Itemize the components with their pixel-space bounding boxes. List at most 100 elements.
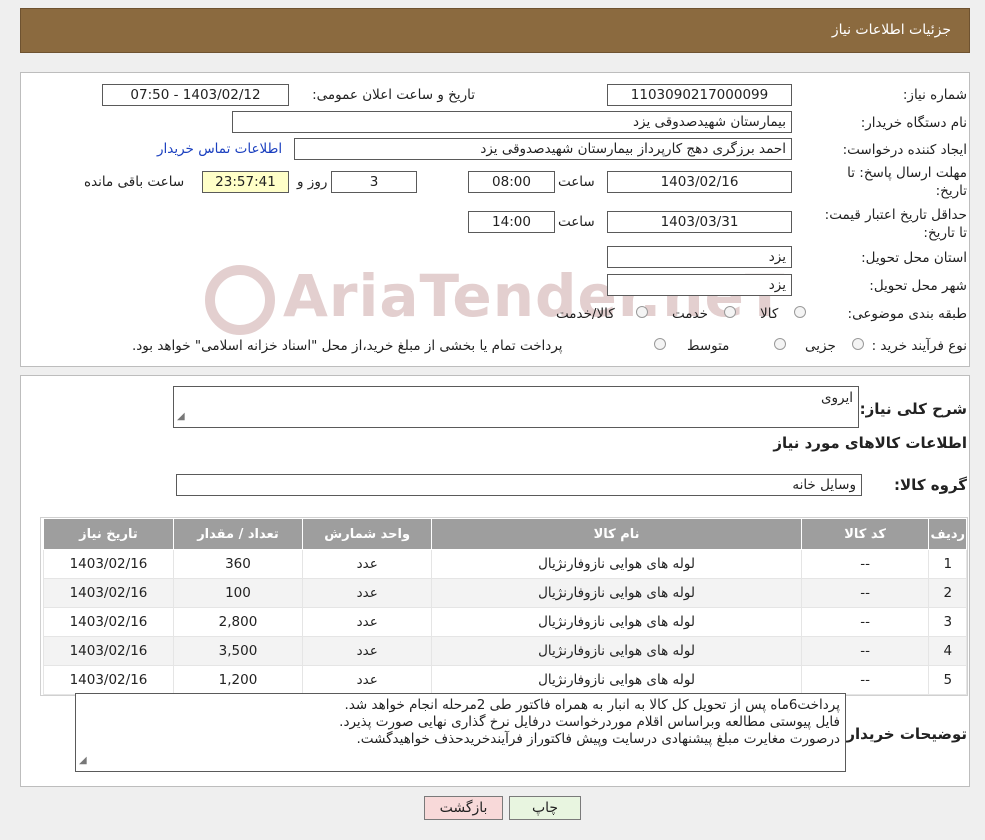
buyer-notes-line-1: پرداخت6ماه پس از تحویل کل کالا به انبار … <box>344 697 840 713</box>
cell-goods-name: لوله های هوایی نازوفارنژیال <box>431 549 802 579</box>
category-option-goods-service: کالا/خدمت <box>556 306 615 322</box>
validity-time-field: 14:00 <box>468 211 555 233</box>
buyer-notes-textarea: پرداخت6ماه پس از تحویل کل کالا به انبار … <box>75 693 846 772</box>
summary-label: شرح کلی نیاز: <box>859 400 967 418</box>
cell-quantity: 3,500 <box>172 636 304 666</box>
goods-table-container: ردیف کد کالا نام کالا واحد شمارش تعداد /… <box>40 517 968 696</box>
cell-row-number: 1 <box>928 549 967 579</box>
cell-quantity: 1,200 <box>172 665 304 695</box>
cell-unit: عدد <box>301 607 433 637</box>
summary-textarea: ایروی ◢ <box>173 386 859 428</box>
process-radio-minor[interactable] <box>852 338 864 350</box>
announce-datetime-field: 1403/02/12 - 07:50 <box>102 84 289 106</box>
col-header-goods-name: نام کالا <box>431 518 802 550</box>
deadline-time-field: 08:00 <box>468 171 555 193</box>
buyer-org-field: بیمارستان شهیدصدوقی یزد <box>232 111 792 133</box>
category-radio-service[interactable] <box>724 306 736 318</box>
col-header-goods-code: کد کالا <box>800 518 930 550</box>
validity-date-field: 1403/03/31 <box>607 211 792 233</box>
days-label: روز و <box>297 174 328 190</box>
remaining-time-field: 23:57:41 <box>202 171 289 193</box>
cell-goods-code: -- <box>800 578 930 608</box>
cell-goods-name: لوله های هوایی نازوفارنژیال <box>431 578 802 608</box>
col-header-quantity: تعداد / مقدار <box>172 518 304 550</box>
category-option-goods: کالا <box>760 306 779 322</box>
category-radio-goods[interactable] <box>794 306 806 318</box>
cell-goods-code: -- <box>800 636 930 666</box>
remaining-label: ساعت باقی مانده <box>84 174 185 190</box>
cell-goods-code: -- <box>800 549 930 579</box>
col-header-unit: واحد شمارش <box>301 518 433 550</box>
page-header: جزئیات اطلاعات نیاز <box>20 8 970 53</box>
deadline-time-label: ساعت <box>558 174 595 190</box>
cell-quantity: 2,800 <box>172 607 304 637</box>
creator-field: احمد برزگری دهج کارپرداز بیمارستان شهیدص… <box>294 138 792 160</box>
goods-group-label: گروه کالا: <box>894 476 967 494</box>
cell-goods-name: لوله های هوایی نازوفارنژیال <box>431 665 802 695</box>
cell-unit: عدد <box>301 549 433 579</box>
process-radio-medium[interactable] <box>774 338 786 350</box>
process-checkbox-treasury[interactable] <box>654 338 666 350</box>
cell-row-number: 4 <box>928 636 967 666</box>
cell-row-number: 3 <box>928 607 967 637</box>
cell-quantity: 360 <box>172 549 304 579</box>
watermark-logo-icon <box>205 264 275 335</box>
cell-goods-code: -- <box>800 607 930 637</box>
cell-need-date: 1403/02/16 <box>43 636 174 666</box>
treasury-note: پرداخت تمام یا بخشی از مبلغ خرید،از محل … <box>132 338 563 354</box>
need-number-label: شماره نیاز: <box>902 87 967 103</box>
table-row: 3 -- لوله های هوایی نازوفارنژیال عدد 2,8… <box>43 607 967 637</box>
buyer-notes-line-3: درصورت مغایرت مبلغ پیشنهادی درسایت وپیش … <box>356 731 840 747</box>
watermark: AriaTender.neT <box>205 262 785 335</box>
col-header-need-date: تاریخ نیاز <box>43 518 174 550</box>
summary-text: ایروی <box>820 390 853 406</box>
cell-unit: عدد <box>301 578 433 608</box>
cell-goods-code: -- <box>800 665 930 695</box>
table-row: 4 -- لوله های هوایی نازوفارنژیال عدد 3,5… <box>43 636 967 666</box>
back-button[interactable]: بازگشت <box>424 796 503 820</box>
province-label: استان محل تحویل: <box>861 250 967 266</box>
province-field: یزد <box>607 246 792 268</box>
cell-unit: عدد <box>301 636 433 666</box>
validity-label: حداقل تاریخ اعتبار قیمت: تا تاریخ: <box>824 207 967 241</box>
table-header-row: ردیف کد کالا نام کالا واحد شمارش تعداد /… <box>43 518 967 550</box>
city-label: شهر محل تحویل: <box>869 278 967 294</box>
cell-need-date: 1403/02/16 <box>43 578 174 608</box>
deadline-label: مهلت ارسال پاسخ: تا تاریخ: <box>847 165 967 199</box>
resize-grip-icon[interactable]: ◢ <box>79 752 87 769</box>
cell-row-number: 5 <box>928 665 967 695</box>
cell-quantity: 100 <box>172 578 304 608</box>
table-row: 1 -- لوله های هوایی نازوفارنژیال عدد 360… <box>43 549 967 579</box>
category-option-service: خدمت <box>672 306 708 322</box>
announce-label: تاریخ و ساعت اعلان عمومی: <box>312 87 475 103</box>
table-row: 5 -- لوله های هوایی نازوفارنژیال عدد 1,2… <box>43 665 967 695</box>
cell-need-date: 1403/02/16 <box>43 607 174 637</box>
page-title: جزئیات اطلاعات نیاز <box>831 22 951 38</box>
city-field: یزد <box>607 274 792 296</box>
cell-unit: عدد <box>301 665 433 695</box>
process-option-minor: جزیی <box>805 338 836 354</box>
process-option-medium: متوسط <box>687 338 730 354</box>
goods-table: ردیف کد کالا نام کالا واحد شمارش تعداد /… <box>43 518 967 695</box>
cell-goods-name: لوله های هوایی نازوفارنژیال <box>431 607 802 637</box>
buyer-notes-line-2: فایل پیوستی مطالعه وبراساس اقلام موردرخو… <box>339 714 840 730</box>
days-field: 3 <box>331 171 417 193</box>
buyer-contact-link[interactable]: اطلاعات تماس خریدار <box>157 141 282 157</box>
table-row: 2 -- لوله های هوایی نازوفارنژیال عدد 100… <box>43 578 967 608</box>
cell-need-date: 1403/02/16 <box>43 549 174 579</box>
cell-row-number: 2 <box>928 578 967 608</box>
cell-need-date: 1403/02/16 <box>43 665 174 695</box>
goods-group-field: وسایل خانه <box>176 474 862 496</box>
goods-info-title: اطلاعات کالاهای مورد نیاز <box>773 434 967 452</box>
col-header-row-number: ردیف <box>928 518 967 550</box>
creator-label: ایجاد کننده درخواست: <box>842 142 967 158</box>
category-radio-goods-service[interactable] <box>636 306 648 318</box>
process-label: نوع فرآیند خرید : <box>871 338 967 354</box>
validity-time-label: ساعت <box>558 214 595 230</box>
print-button[interactable]: چاپ <box>509 796 581 820</box>
cell-goods-name: لوله های هوایی نازوفارنژیال <box>431 636 802 666</box>
buyer-notes-label: توضیحات خریدار: <box>840 725 967 743</box>
category-label: طبقه بندی موضوعی: <box>847 306 967 322</box>
buyer-org-label: نام دستگاه خریدار: <box>860 115 967 131</box>
resize-grip-icon[interactable]: ◢ <box>177 408 185 425</box>
